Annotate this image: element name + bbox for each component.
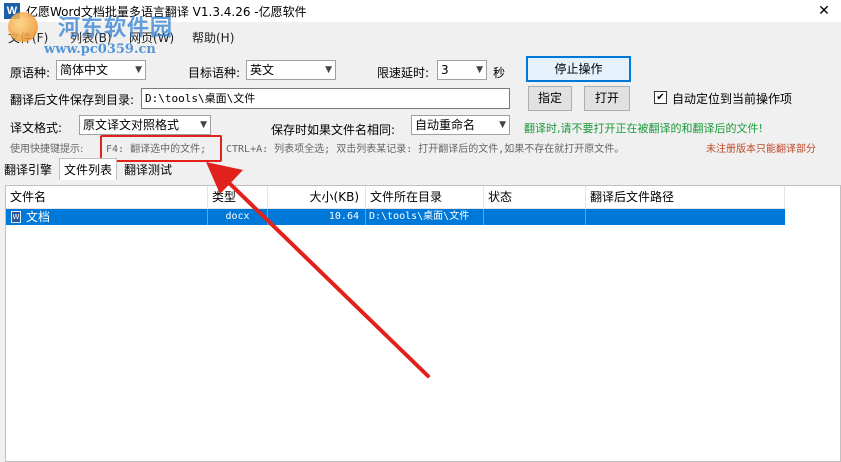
annotation-arrow [206,162,430,378]
